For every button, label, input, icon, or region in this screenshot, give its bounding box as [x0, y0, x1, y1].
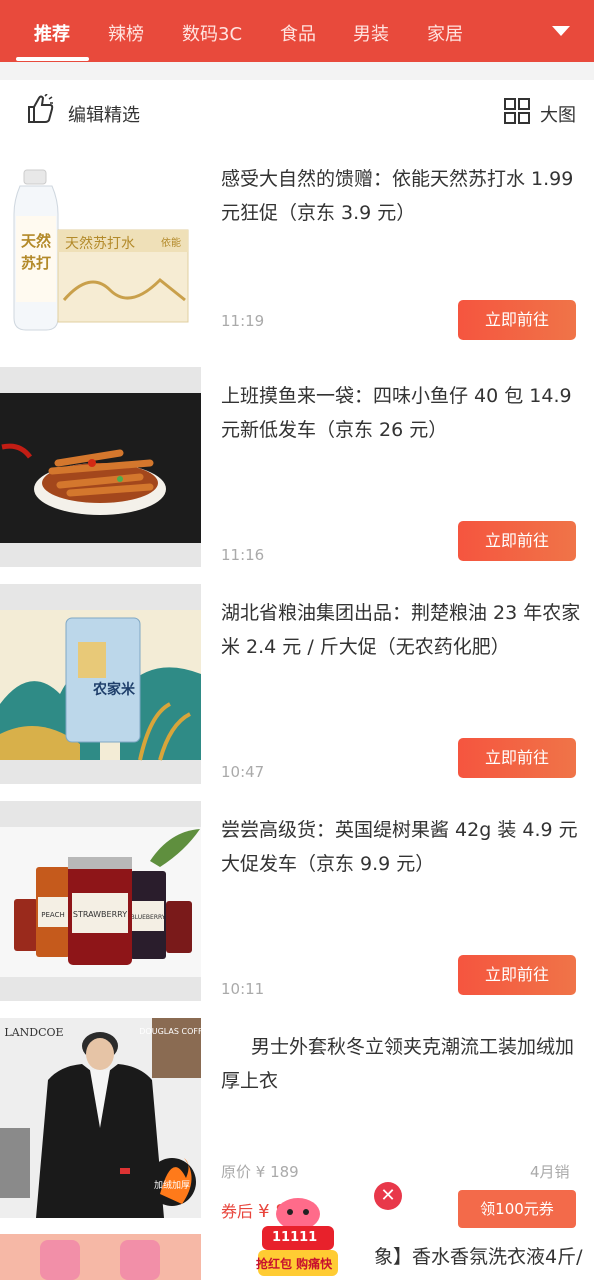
svg-text:依能: 依能	[161, 236, 181, 249]
go-now-button[interactable]: 立即前往	[458, 955, 576, 995]
deal-title[interactable]: 湖北省粮油集团出品：荆楚粮油 23 年农家米 2.4 元 / 斤大促（无农药化肥…	[221, 596, 581, 664]
tab-recommend[interactable]: 推荐	[34, 20, 70, 46]
red-packet-number: 11111	[272, 1230, 318, 1245]
go-now-button[interactable]: 立即前往	[458, 521, 576, 561]
editor-pick-label[interactable]: 编辑精选	[68, 101, 140, 127]
fish-snack-image	[0, 367, 201, 567]
section-gap	[0, 62, 594, 80]
deal-card[interactable]: 农家米 湖北省粮油集团出品：荆楚粮油 23 年农家米 2.4 元 / 斤大促（无…	[0, 584, 594, 798]
deal-time: 10:11	[221, 980, 265, 998]
svg-text:苏打: 苏打	[21, 254, 51, 272]
product-image	[0, 367, 201, 567]
go-now-button[interactable]: 立即前往	[458, 738, 576, 778]
deal-card[interactable]: 上班摸鱼来一袋：四味小鱼仔 40 包 14.9 元新低发车（京东 26 元） 1…	[0, 367, 594, 581]
deal-card[interactable]: PEACH BLUEBERRY STRAWBERRY 尝尝高级货：英国缇树果酱 …	[0, 801, 594, 1015]
svg-text:STRAWBERRY: STRAWBERRY	[73, 910, 127, 919]
svg-text:DOUGLAS COFFEE: DOUGLAS COFFEE	[139, 1027, 201, 1036]
svg-text:BLUEBERRY: BLUEBERRY	[131, 914, 166, 921]
category-tab-bar: 推荐 辣榜 数码3C 食品 男装 家居	[0, 0, 594, 62]
product-image: PEACH BLUEBERRY STRAWBERRY	[0, 801, 201, 1001]
svg-text:天然苏打水: 天然苏打水	[65, 235, 135, 252]
monthly-sales: 4月销	[530, 1163, 570, 1181]
product-image: 农家米	[0, 584, 201, 784]
deal-time: 11:19	[221, 312, 265, 330]
rice-bag-image: 农家米	[0, 584, 201, 784]
coupon-price-prefix: 券后	[221, 1202, 254, 1221]
svg-text:农家米: 农家米	[92, 681, 136, 698]
big-view-label[interactable]: 大图	[540, 101, 576, 127]
original-price: 原价 ¥ 189	[221, 1163, 299, 1181]
product-image: DOUGLAS COFFEE LANDCOE 加绒加厚	[0, 1018, 201, 1218]
red-packet-caption: 抢红包 购痛快	[256, 1257, 333, 1271]
jam-jars-image: PEACH BLUEBERRY STRAWBERRY	[0, 801, 201, 1001]
product-title[interactable]: 男士外套秋冬立领夹克潮流工装加绒加厚上衣	[221, 1030, 581, 1098]
go-now-button[interactable]: 立即前往	[458, 300, 576, 340]
claim-coupon-button[interactable]: 领100元券	[458, 1190, 576, 1228]
product-image: 天然 苏打 天然苏打水 依能	[0, 150, 201, 350]
deal-time: 10:47	[221, 763, 265, 781]
deal-time: 11:16	[221, 546, 265, 564]
product-image	[0, 1234, 201, 1280]
svg-text:加绒加厚: 加绒加厚	[154, 1179, 190, 1191]
list-toolbar: 编辑精选 大图	[0, 80, 594, 144]
tab-food[interactable]: 食品	[280, 20, 316, 46]
deal-title[interactable]: 尝尝高级货：英国缇树果酱 42g 装 4.9 元大促发车（京东 9.9 元）	[221, 813, 581, 881]
deal-card[interactable]: 天然 苏打 天然苏打水 依能 感受大自然的馈赠：依能天然苏打水 1.99 元狂促…	[0, 150, 594, 364]
soda-water-image: 天然 苏打 天然苏打水 依能	[13, 169, 189, 331]
svg-text:LANDCOE: LANDCOE	[4, 1026, 63, 1039]
tab-menswear[interactable]: 男装	[353, 20, 389, 46]
bottle-label-text: 天然	[21, 232, 51, 250]
close-icon[interactable]: ✕	[374, 1182, 402, 1210]
svg-text:PEACH: PEACH	[41, 911, 64, 919]
chevron-down-icon[interactable]	[552, 26, 570, 36]
tab-hot-list[interactable]: 辣榜	[108, 20, 144, 46]
product-card[interactable]: DOUGLAS COFFEE LANDCOE 加绒加厚 男士外套秋冬立领夹克潮流…	[0, 1018, 594, 1228]
tab-digital[interactable]: 数码3C	[182, 20, 242, 46]
grid-view-icon[interactable]	[504, 98, 530, 124]
tab-home[interactable]: 家居	[427, 20, 463, 46]
deal-title[interactable]: 上班摸鱼来一袋：四味小鱼仔 40 包 14.9 元新低发车（京东 26 元）	[221, 379, 581, 447]
detergent-image	[0, 1234, 201, 1280]
jacket-image: DOUGLAS COFFEE LANDCOE 加绒加厚	[0, 1018, 201, 1218]
red-packet-ad[interactable]: 11111 抢红包 购痛快	[252, 1196, 344, 1280]
product-title[interactable]: 象】香水香氛洗衣液4斤/	[374, 1240, 584, 1274]
deal-title[interactable]: 感受大自然的馈赠：依能天然苏打水 1.99 元狂促（京东 3.9 元）	[221, 162, 581, 230]
thumbs-up-icon	[28, 94, 54, 123]
active-tab-indicator	[16, 57, 89, 61]
